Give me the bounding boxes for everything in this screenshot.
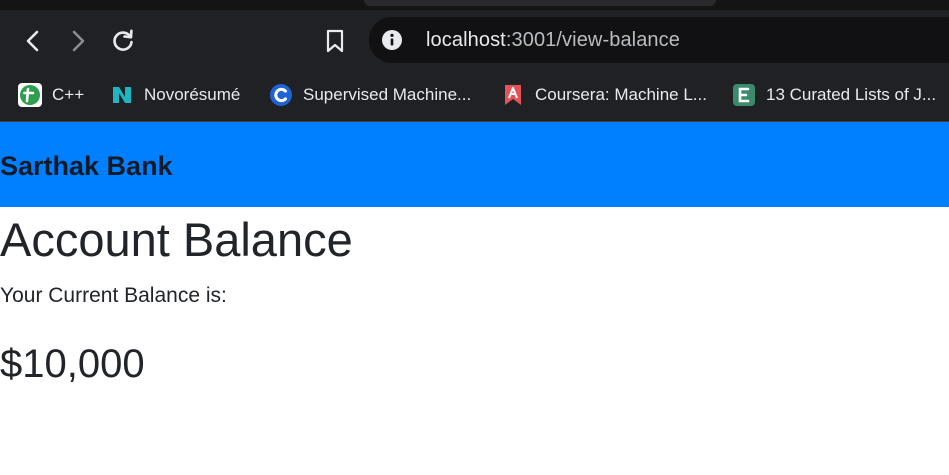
app-navbar: Sarthak Bank [0, 122, 949, 207]
site-info-icon[interactable] [382, 30, 402, 50]
bookmark-red-favicon-icon [505, 85, 521, 105]
forward-arrow-icon [72, 30, 85, 52]
forward-button[interactable] [63, 26, 93, 56]
active-tab-edge[interactable] [364, 0, 716, 6]
cpp-favicon-icon [18, 83, 42, 107]
address-bar[interactable]: localhost:3001/view-balance [369, 17, 949, 63]
bookmark-coursera-ml[interactable]: Coursera: Machine L... [501, 82, 707, 108]
bookmark-label: Supervised Machine... [303, 85, 472, 104]
back-button[interactable] [18, 26, 48, 56]
novoresume-favicon-icon [113, 87, 131, 103]
bookmark-star-button[interactable] [320, 26, 350, 56]
brand-name[interactable]: Sarthak Bank [0, 151, 173, 182]
bookmark-supervised-ml[interactable]: Supervised Machine... [269, 82, 471, 108]
bookmark-icon [326, 29, 344, 53]
url-path: :3001/view-balance [505, 29, 680, 51]
page-title: Account Balance [0, 213, 353, 266]
e-favicon-icon [733, 84, 755, 106]
bookmark-cpp[interactable]: C++ [18, 82, 84, 108]
bookmark-novoresume[interactable]: Novorésumé [110, 82, 240, 108]
url-host: localhost [426, 29, 506, 51]
bookmark-curated-lists[interactable]: 13 Curated Lists of J... [732, 82, 936, 108]
back-arrow-icon [26, 30, 39, 52]
browser-toolbar: localhost:3001/view-balance [0, 10, 949, 72]
bookmark-label: Novorésumé [144, 85, 241, 104]
bookmark-label: C++ [52, 85, 85, 104]
url-text[interactable]: localhost:3001/view-balance [426, 29, 680, 52]
bookmarks-bar: C++ Novorésumé Supervised Machine... Cou… [0, 72, 949, 122]
balance-value: $10,000 [0, 342, 145, 386]
coursera-c-favicon-icon [270, 84, 292, 106]
browser-tab-strip [0, 0, 949, 10]
bookmark-label: 13 Curated Lists of J... [766, 85, 937, 104]
bookmark-label: Coursera: Machine L... [535, 85, 707, 104]
reload-button[interactable] [108, 26, 138, 56]
reload-icon [113, 29, 133, 51]
balance-label: Your Current Balance is: [0, 284, 227, 307]
